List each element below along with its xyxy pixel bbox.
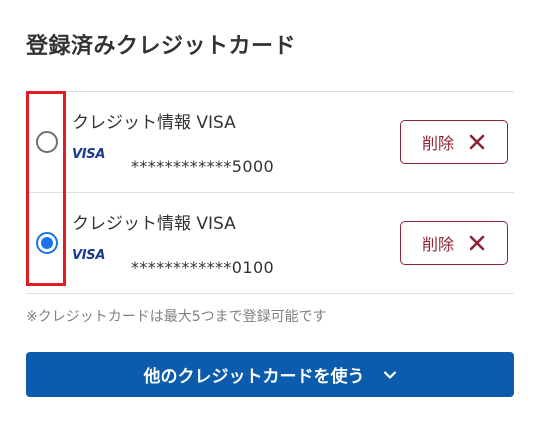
- card-name: クレジット情報 VISA: [72, 113, 236, 133]
- close-icon: [469, 235, 485, 251]
- card-select-radio[interactable]: [36, 232, 58, 254]
- delete-label: 削除: [421, 235, 454, 254]
- delete-card-button[interactable]: 削除: [400, 120, 508, 164]
- page-title: 登録済みクレジットカード: [26, 34, 297, 59]
- card-row[interactable]: クレジット情報 VISA VISA ************5000 削除: [26, 91, 514, 192]
- card-name: クレジット情報 VISA: [72, 214, 236, 234]
- close-icon: [469, 134, 485, 150]
- delete-card-button[interactable]: 削除: [400, 221, 508, 265]
- card-number: ************5000: [131, 157, 275, 176]
- visa-logo-icon: VISA: [72, 147, 106, 162]
- visa-logo-icon: VISA: [72, 248, 106, 263]
- chevron-down-icon: [383, 370, 396, 379]
- card-row[interactable]: クレジット情報 VISA VISA ************0100 削除: [26, 192, 514, 294]
- card-limit-note: ※クレジットカードは最大5つまで登録可能です: [26, 309, 327, 325]
- delete-label: 削除: [421, 134, 454, 153]
- card-number: ************0100: [131, 258, 275, 277]
- use-other-card-button[interactable]: 他のクレジットカードを使う: [26, 352, 514, 397]
- registered-card-list: クレジット情報 VISA VISA ************5000 削除 クレ…: [26, 91, 514, 294]
- use-other-card-label: 他のクレジットカードを使う: [143, 367, 365, 387]
- card-select-radio[interactable]: [36, 131, 58, 153]
